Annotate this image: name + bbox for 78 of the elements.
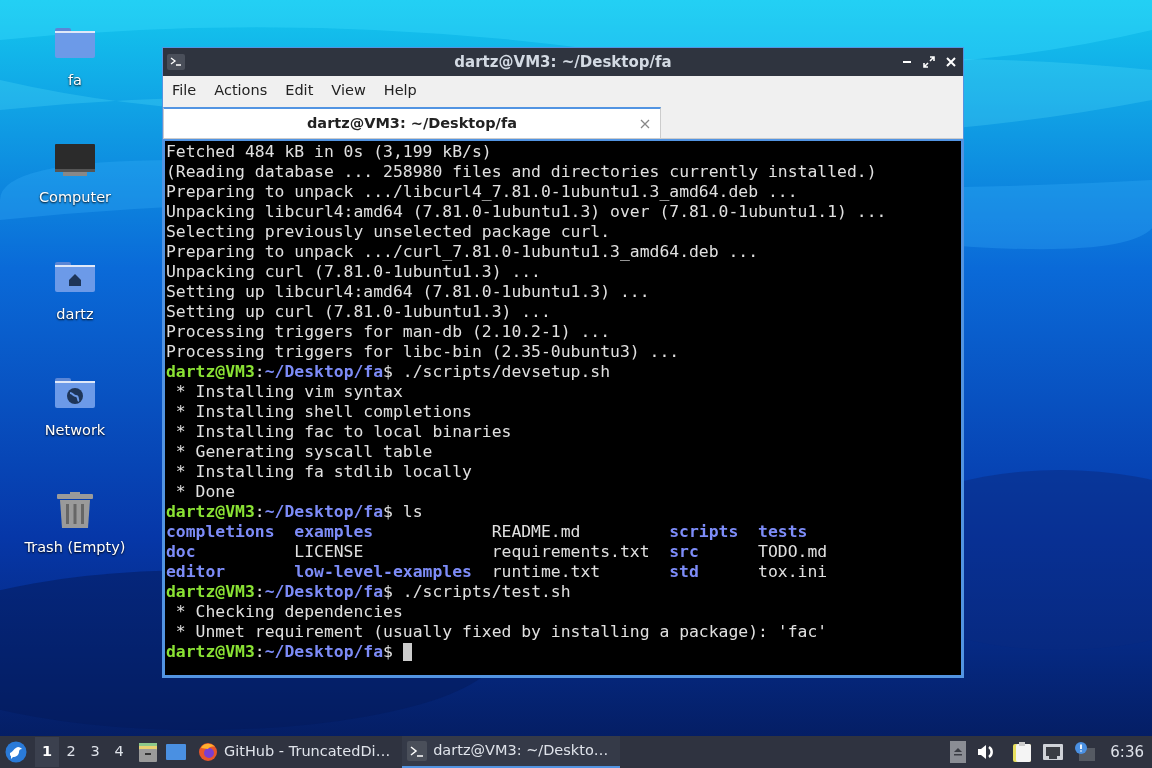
directory-name: low-level-examples: [294, 562, 473, 582]
prompt-path: ~/Desktop/fa: [264, 502, 384, 522]
workspace-button[interactable]: 3: [83, 737, 107, 767]
command-text: $ ./scripts/devsetup.sh: [383, 362, 611, 382]
file-name: tox.ini: [758, 562, 828, 582]
directory-name: doc: [166, 542, 197, 562]
terminal-icon: [407, 741, 428, 761]
file-cabinet-icon[interactable]: [137, 741, 159, 763]
command-text: $ ls: [383, 502, 423, 522]
file-name: TODO.md: [758, 542, 828, 562]
output-line: * Done: [174, 482, 237, 502]
menu-item[interactable]: Actions: [208, 79, 274, 102]
output-line: * Generating syscall table: [174, 442, 434, 462]
output-line: Setting up libcurl4:amd64 (7.81.0-1ubuntu1.3) ...: [166, 282, 651, 302]
workspace-button[interactable]: 2: [59, 737, 83, 767]
output-line: * Checking dependencies: [174, 602, 404, 622]
directory-name: tests: [758, 522, 808, 542]
menu-item[interactable]: View: [325, 79, 372, 102]
output-line: Selecting previously unselected package curl.: [166, 222, 612, 242]
tab[interactable]: dartz@VM3: ~/Desktop/fa: [163, 107, 661, 138]
file-name: runtime.txt: [491, 562, 602, 582]
prompt-separator: :: [254, 502, 265, 522]
directory-name: src: [669, 542, 700, 562]
prompt-path: ~/Desktop/fa: [264, 642, 384, 662]
prompt-separator: :: [254, 582, 265, 602]
prompt-path: ~/Desktop/fa: [264, 582, 384, 602]
workspace-button[interactable]: 1: [35, 737, 59, 767]
desktop-icon-label[interactable]: Network: [44, 420, 106, 442]
desktop-icon-label[interactable]: Trash (Empty): [24, 537, 126, 559]
directory-name: scripts: [669, 522, 740, 542]
notification-icon[interactable]: [1074, 741, 1097, 763]
prompt-path: ~/Desktop/fa: [264, 362, 384, 382]
prompt-user: dartz@VM3: [166, 362, 255, 382]
prompt-separator: :: [254, 362, 265, 382]
output-line: * Installing fac to local binaries: [174, 422, 513, 442]
output-line: * Installing shell completions: [174, 402, 473, 422]
task-button[interactable]: dartz@VM3: ~/Deskto…: [402, 736, 621, 768]
directory-name: std: [669, 562, 700, 582]
menu-item[interactable]: File: [166, 79, 203, 102]
window-title: dartz@VM3: ~/Desktop/fa: [453, 51, 673, 73]
command-text: $: [383, 642, 393, 662]
output-line: Unpacking libcurl4:amd64 (7.81.0-1ubuntu1.3) over (7.81.0-1ubuntu1.1) ...: [166, 202, 888, 222]
prompt-user: dartz@VM3: [166, 642, 255, 662]
clock[interactable]: 6:36: [1110, 740, 1144, 764]
output-line: Fetched 484 kB in 0s (3,199 kB/s): [166, 142, 493, 162]
output-line: Setting up curl (7.81.0-1ubuntu1.3) ...: [166, 302, 552, 322]
maximize-icon[interactable]: [923, 56, 935, 68]
directory-name: examples: [294, 522, 375, 542]
prompt-user: dartz@VM3: [166, 502, 255, 522]
workspace-button[interactable]: 4: [107, 737, 131, 767]
directory-name: completions: [166, 522, 276, 542]
output-line: (Reading database ... 258980 files and directories currently installed.): [166, 162, 878, 182]
output-line: Preparing to unpack .../libcurl4_7.81.0-1ubuntu1.3_amd64.deb ...: [166, 182, 799, 202]
file-name: LICENSE: [294, 542, 365, 562]
command-text: $ ./scripts/test.sh: [383, 582, 571, 602]
output-line: * Installing fa stdlib locally: [174, 462, 473, 482]
output-line: Unpacking curl (7.81.0-1ubuntu1.3) ...: [166, 262, 542, 282]
output-line: * Installing vim syntax: [174, 382, 404, 402]
output-line: Processing triggers for libc-bin (2.35-0ubuntu3) ...: [166, 342, 681, 362]
output-line: Preparing to unpack .../curl_7.81.0-1ubuntu1.3_amd64.deb ...: [166, 242, 760, 262]
desktop-icon[interactable]: [165, 741, 187, 763]
network-icon[interactable]: [1042, 742, 1065, 762]
prompt-user: dartz@VM3: [166, 582, 255, 602]
file-name: requirements.txt: [491, 542, 651, 562]
terminal-icon: [167, 54, 185, 70]
clipboard-icon[interactable]: [1012, 741, 1033, 763]
output-line: Processing triggers for man-db (2.10.2-1) ...: [166, 322, 612, 342]
prompt-separator: :: [254, 642, 265, 662]
file-name: README.md: [491, 522, 582, 542]
task-button[interactable]: GitHub - TruncatedDi…: [193, 736, 403, 768]
menu-item[interactable]: Help: [377, 79, 423, 102]
eject-icon[interactable]: [950, 741, 967, 763]
browser-icon: [198, 742, 218, 762]
start-menu-icon[interactable]: [5, 741, 27, 763]
desktop-icon-label[interactable]: dartz: [56, 303, 94, 326]
output-line: * Unmet requirement (usually fixed by installing a package): 'fac': [174, 622, 829, 642]
directory-name: editor: [166, 562, 227, 582]
menu-item[interactable]: Edit: [279, 79, 320, 102]
